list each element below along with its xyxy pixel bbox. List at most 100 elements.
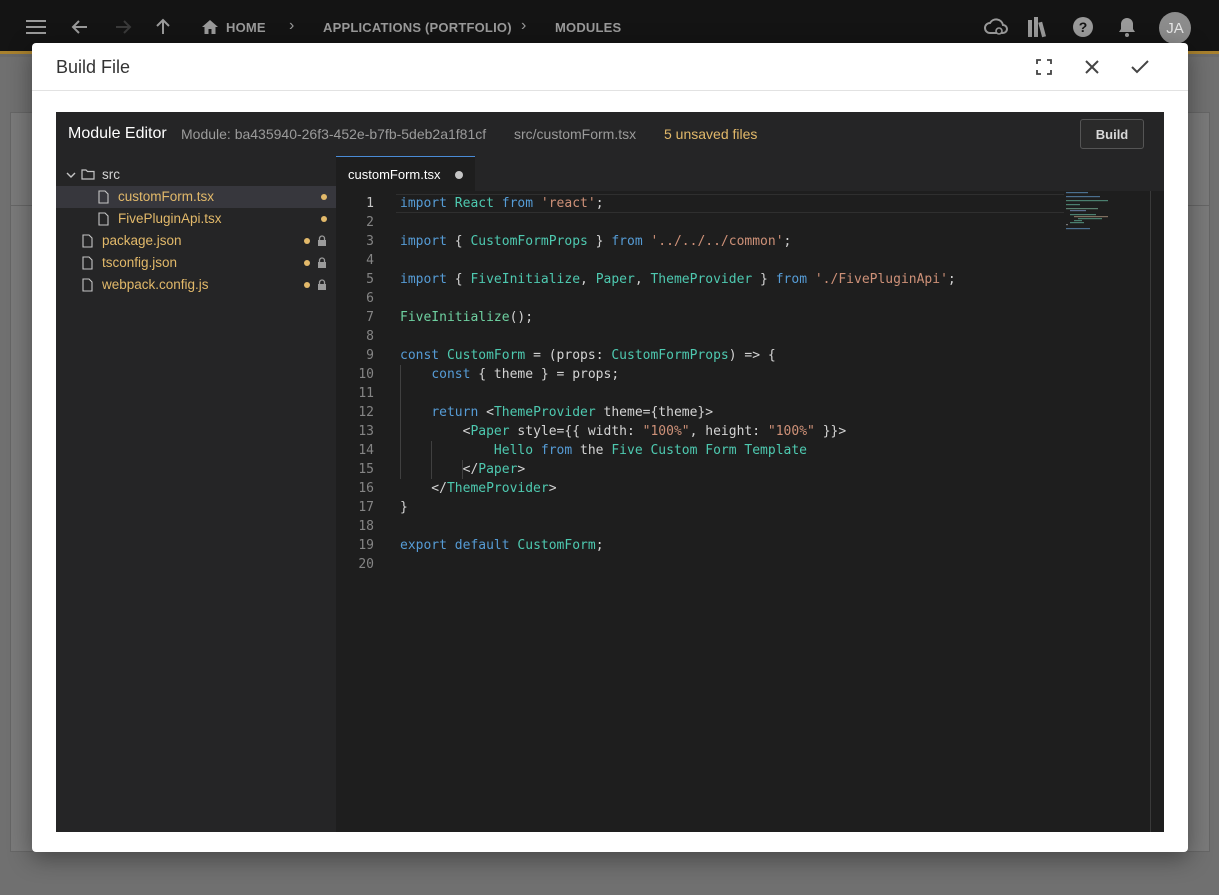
editor-header: Module Editor Module: ba435940-26f3-452e… (56, 112, 1164, 156)
code-token: 'react' (540, 196, 596, 211)
unsaved-dot (304, 282, 310, 288)
code-token: style={{ width: (509, 424, 643, 439)
help-icon[interactable]: ? (1070, 14, 1096, 40)
unsaved-dot[interactable] (455, 171, 463, 179)
menu-icon[interactable] (23, 14, 49, 40)
code-token: < (400, 424, 471, 439)
line-number: 20 (358, 557, 374, 572)
file-explorer: src customForm.tsx FivePluginApi.tsx pac… (56, 156, 336, 832)
code-token: , height: (689, 424, 768, 439)
code-token: '../../../common' (650, 234, 784, 249)
up-arrow-icon[interactable] (150, 14, 176, 40)
file-icon (82, 256, 93, 270)
build-file-dialog: Build File Module Editor Module: ba43594… (32, 43, 1188, 852)
build-button[interactable]: Build (1080, 119, 1144, 149)
line-number: 17 (358, 500, 374, 515)
vertical-scrollbar[interactable] (1150, 191, 1151, 832)
tree-file-package-json[interactable]: package.json (56, 230, 336, 252)
line-number: 13 (358, 424, 374, 439)
code-token: ; (595, 196, 604, 211)
line-number: 14 (358, 443, 374, 458)
code-line: return <ThemeProvider theme={theme}> (400, 405, 713, 420)
code-line: import React from 'react'; (400, 196, 604, 211)
back-arrow-icon[interactable] (67, 14, 93, 40)
code-token: , (634, 272, 651, 287)
unsaved-dot (304, 238, 310, 244)
dialog-header: Build File (32, 43, 1188, 91)
line-number: 12 (358, 405, 374, 420)
chevron-down-icon (66, 172, 76, 178)
svg-text:?: ? (1079, 19, 1088, 35)
unsaved-dot (321, 216, 327, 222)
code-token: }}> (814, 424, 847, 439)
library-icon[interactable] (1025, 14, 1051, 40)
code-token: } (400, 500, 408, 515)
avatar[interactable]: JA (1159, 12, 1191, 44)
lock-icon (318, 257, 326, 268)
close-icon[interactable] (1080, 55, 1104, 79)
code-token: Paper (595, 272, 635, 287)
code-token: theme={theme}> (595, 405, 714, 420)
chevron-right-icon: › (289, 17, 295, 34)
code-token: CustomForm (517, 538, 596, 553)
code-token: </ (400, 462, 479, 477)
code-token: const (431, 367, 471, 382)
code-token: export (400, 538, 447, 553)
code-token: "100%" (767, 424, 815, 439)
code-line: </ThemeProvider> (400, 481, 557, 496)
code-token: import (400, 234, 447, 249)
tree-file-customform[interactable]: customForm.tsx (56, 186, 336, 208)
line-number: 15 (358, 462, 374, 477)
file-icon (98, 190, 109, 204)
code-token: Paper (470, 424, 510, 439)
code-token: from (775, 272, 808, 287)
forward-arrow-icon[interactable] (110, 14, 136, 40)
tree-item-label: tsconfig.json (102, 255, 178, 270)
tree-file-tsconfig-json[interactable]: tsconfig.json (56, 252, 336, 274)
code-token: from (501, 196, 534, 211)
code-token: ThemeProvider (446, 481, 549, 496)
line-number: 10 (358, 367, 374, 382)
breadcrumb-modules[interactable]: MODULES (555, 20, 621, 35)
code-token: > (548, 481, 557, 496)
code-token: ) => { (728, 348, 776, 363)
cloud-settings-icon[interactable] (983, 14, 1009, 40)
code-line: Hello from the Five Custom Form Template (400, 443, 807, 458)
code-line: import { FiveInitialize, Paper, ThemePro… (400, 272, 956, 287)
tree-file-webpack-config[interactable]: webpack.config.js (56, 274, 336, 296)
code-line: } (400, 500, 408, 515)
dialog-title: Build File (56, 57, 131, 77)
breadcrumb-applications[interactable]: APPLICATIONS (PORTFOLIO) (323, 20, 512, 35)
code-token: const (400, 348, 440, 363)
lock-icon (318, 279, 326, 290)
code-editor[interactable]: 1 2 3 4 5 6 7 8 9 10 11 12 13 14 15 16 17 18 19 20 import Re… (336, 191, 1164, 832)
home-icon[interactable] (197, 14, 223, 40)
code-token: , (580, 272, 596, 287)
tree-item-label: src (102, 167, 120, 182)
tab-customform[interactable]: customForm.tsx (336, 156, 475, 191)
code-token: } (752, 272, 776, 287)
minimap[interactable] (1064, 191, 1150, 251)
code-token: ; (783, 234, 792, 249)
confirm-check-icon[interactable] (1128, 55, 1152, 79)
file-icon (82, 234, 93, 248)
line-number: 8 (366, 329, 374, 344)
code-line: <Paper style={{ width: "100%", height: "… (400, 424, 847, 439)
code-line: import { CustomFormProps } from '../../.… (400, 234, 791, 249)
code-token: CustomForm (446, 348, 526, 363)
code-token: } (587, 234, 612, 249)
line-number: 3 (366, 234, 374, 249)
code-token: ThemeProvider (493, 405, 596, 420)
tree-file-fivepluginapi[interactable]: FivePluginApi.tsx (56, 208, 336, 230)
breadcrumb-home[interactable]: HOME (226, 20, 266, 35)
tree-folder-src[interactable]: src (56, 164, 336, 186)
fullscreen-icon[interactable] (1032, 55, 1056, 79)
file-icon (82, 278, 93, 292)
tree-item-label: webpack.config.js (102, 277, 209, 292)
notifications-bell-icon[interactable] (1114, 14, 1140, 40)
code-token: React (454, 196, 494, 211)
